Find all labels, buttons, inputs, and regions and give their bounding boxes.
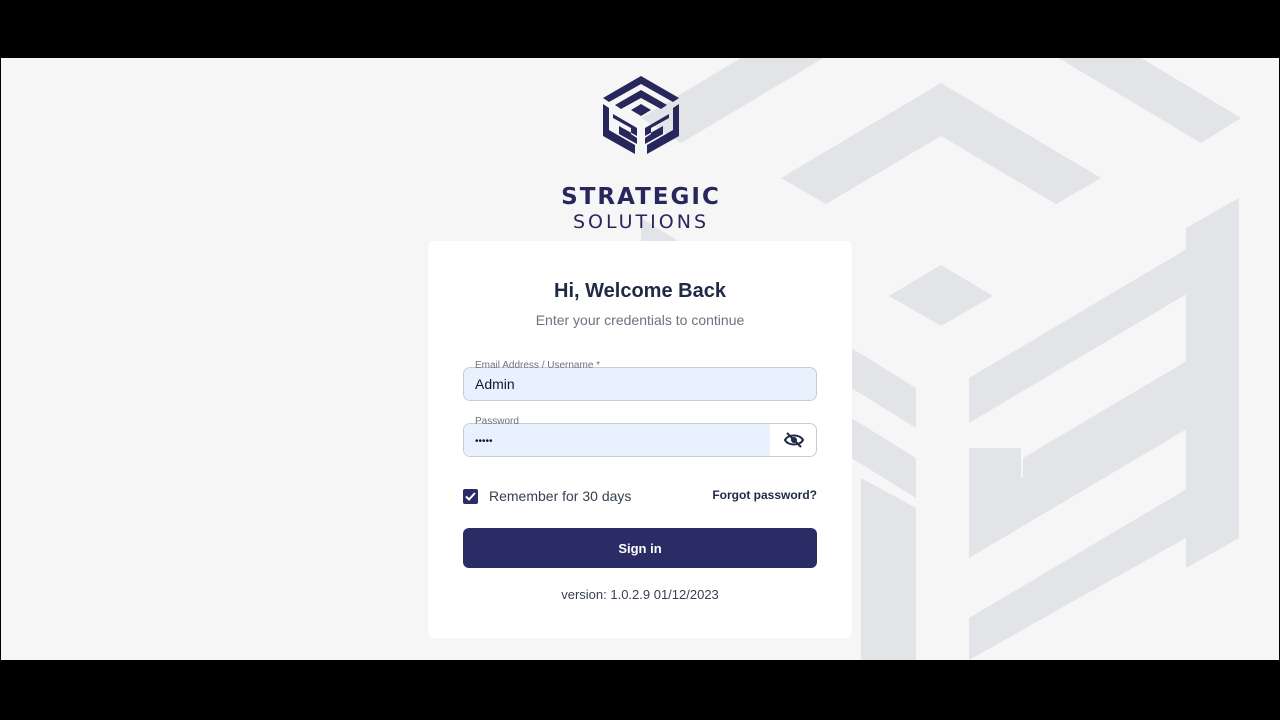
password-field-value[interactable]: ••••• [475, 434, 493, 450]
remember-label[interactable]: Remember for 30 days [489, 488, 631, 504]
password-field[interactable]: Password ••••• [463, 416, 817, 457]
eye-off-icon [784, 432, 804, 448]
email-field[interactable]: Email Address / Username * Admin [463, 360, 817, 401]
brand-name-line2: SOLUTIONS [573, 211, 709, 233]
password-input-area[interactable] [464, 424, 770, 456]
remember-checkbox[interactable] [463, 488, 478, 504]
letterbox-bottom [0, 660, 1280, 720]
brand-name-line1: STRATEGIC [561, 184, 721, 210]
letterbox-top [0, 0, 1280, 58]
checkmark-icon [465, 491, 476, 501]
strategic-solutions-logo-icon [603, 76, 679, 154]
remember-me[interactable]: Remember for 30 days [463, 487, 631, 505]
sign-in-button[interactable]: Sign in [463, 528, 817, 568]
brand-logo: STRATEGIC SOLUTIONS [541, 76, 741, 233]
login-page: STRATEGIC SOLUTIONS Hi, Welcome Back Ent… [1, 58, 1279, 660]
login-subtitle: Enter your credentials to continue [535, 312, 745, 328]
password-field-label: Password [472, 416, 522, 428]
login-card: Hi, Welcome Back Enter your credentials … [428, 241, 852, 638]
email-field-label: Email Address / Username * [472, 360, 604, 372]
email-field-value[interactable]: Admin [475, 376, 515, 392]
version-text: version: 1.0.2.9 01/12/2023 [561, 587, 719, 602]
toggle-password-visibility-button[interactable] [780, 430, 808, 450]
forgot-password-link[interactable]: Forgot password? [693, 488, 817, 502]
login-title: Hi, Welcome Back [554, 280, 726, 302]
